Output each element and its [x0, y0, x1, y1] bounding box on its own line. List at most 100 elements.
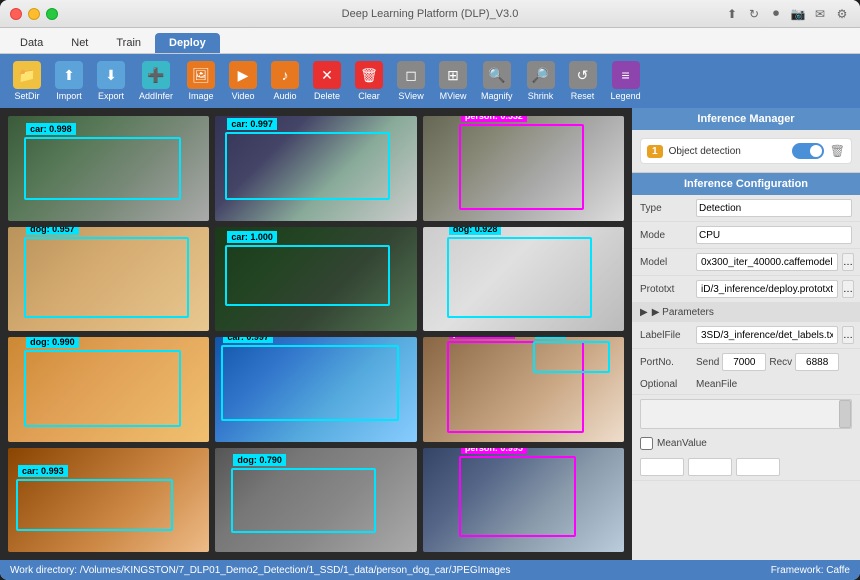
list-item[interactable]: dog: 0.928 — [423, 227, 624, 332]
inference-badge: 1 — [647, 145, 663, 158]
tab-deploy[interactable]: Deploy — [155, 33, 220, 53]
close-button[interactable] — [10, 8, 22, 20]
portno-label: PortNo. — [640, 357, 692, 368]
tab-data[interactable]: Data — [6, 33, 57, 53]
settings-icon[interactable]: ⚙ — [834, 6, 850, 22]
magnify-icon: 🔍 — [483, 61, 511, 89]
toolbar-reset[interactable]: ↺ Reset — [564, 58, 602, 104]
addinfer-icon: ➕ — [142, 61, 170, 89]
meanvalue-checkbox[interactable] — [640, 437, 653, 450]
list-item[interactable]: person: 0.995 — [423, 448, 624, 553]
detection-label: car: 0.997 — [227, 118, 277, 130]
inference-delete-icon[interactable]: 🗑 — [830, 144, 845, 158]
export-icon: ⬇ — [97, 61, 125, 89]
minimize-button[interactable] — [28, 8, 40, 20]
toolbar-addinfer[interactable]: ➕ AddInfer — [134, 58, 178, 104]
config-type-row: Type Detection — [632, 195, 860, 222]
model-browse-button[interactable]: … — [842, 253, 854, 271]
model-label: Model — [640, 257, 692, 268]
detection-label: person: 0.532 — [461, 116, 527, 122]
list-item[interactable]: dog: 0.957 — [8, 227, 209, 332]
list-item[interactable]: dog: 0.990 — [8, 337, 209, 442]
tab-net[interactable]: Net — [57, 33, 102, 53]
labelfile-label: LabelFile — [640, 330, 692, 341]
recv-label: Recv — [769, 357, 792, 368]
share-icon[interactable]: ⬆ — [724, 6, 740, 22]
detection-label: dog: 0.790 — [233, 454, 286, 466]
config-model-row: Model … — [632, 249, 860, 276]
list-item[interactable]: car: 0.997 — [215, 337, 416, 442]
type-select[interactable]: Detection — [696, 199, 852, 217]
tab-train[interactable]: Train — [102, 33, 155, 53]
content-area: car: 0.998 car: 0.997 person: 0.532 dog:… — [0, 108, 860, 560]
app-window: Deep Learning Platform (DLP)_V3.0 ⬆ ↻ ⏺ … — [0, 0, 860, 580]
params-arrow-icon: ▶ — [640, 307, 648, 318]
toolbar-magnify[interactable]: 🔍 Magnify — [476, 58, 518, 104]
toolbar-legend[interactable]: ≡ Legend — [606, 58, 646, 104]
config-scroll-area[interactable] — [640, 399, 852, 429]
meanvalue-input-3[interactable] — [736, 458, 780, 476]
toolbar-video[interactable]: ▶ Video — [224, 58, 262, 104]
detection-label-2: 0.890 — [535, 337, 566, 339]
audio-icon: ♪ — [271, 61, 299, 89]
traffic-lights — [10, 8, 58, 20]
list-item[interactable]: car: 0.997 — [215, 116, 416, 221]
menu-tabs: Data Net Train Deploy — [0, 28, 860, 54]
meanvalue-input-1[interactable] — [640, 458, 684, 476]
labelfile-input[interactable] — [696, 326, 838, 344]
shrink-icon: 🔎 — [527, 61, 555, 89]
camera-icon[interactable]: 📷 — [790, 6, 806, 22]
toolbar-image[interactable]: 🖼 Image — [182, 58, 220, 104]
toolbar-clear[interactable]: 🗑 Clear — [350, 58, 388, 104]
image-grid: car: 0.998 car: 0.997 person: 0.532 dog:… — [0, 108, 632, 560]
send-input[interactable] — [722, 353, 766, 371]
meanvalue-input-2[interactable] — [688, 458, 732, 476]
refresh-icon[interactable]: ↻ — [746, 6, 762, 22]
clear-icon: 🗑 — [355, 61, 383, 89]
list-item[interactable]: person: 0.532 — [423, 116, 624, 221]
video-icon: ▶ — [229, 61, 257, 89]
type-label: Type — [640, 203, 692, 214]
toolbar-audio[interactable]: ♪ Audio — [266, 58, 304, 104]
list-item[interactable]: car: 0.998 — [8, 116, 209, 221]
toolbar-export[interactable]: ⬇ Export — [92, 58, 130, 104]
inference-manager-body: 1 Object detection 🗑 — [632, 130, 860, 173]
detection-label: car: 0.997 — [223, 337, 273, 343]
right-panel: Inference Manager 1 Object detection 🗑 I… — [632, 108, 860, 560]
inference-item: 1 Object detection 🗑 — [640, 138, 852, 164]
prototxt-browse-button[interactable]: … — [842, 280, 854, 298]
titlebar: Deep Learning Platform (DLP)_V3.0 ⬆ ↻ ⏺ … — [0, 0, 860, 28]
prototxt-input[interactable] — [696, 280, 838, 298]
parameters-toggle[interactable]: ▶ ▶ Parameters — [632, 303, 860, 322]
sview-icon: ◻ — [397, 61, 425, 89]
list-item[interactable]: dog: 0.790 — [215, 448, 416, 553]
toolbar-shrink[interactable]: 🔎 Shrink — [522, 58, 560, 104]
toolbar-delete[interactable]: ✕ Delete — [308, 58, 346, 104]
labelfile-browse-button[interactable]: … — [842, 326, 854, 344]
config-portno-row: PortNo. Send Recv — [632, 349, 860, 375]
detection-label: person: 0.995 — [461, 448, 527, 454]
config-labelfile-row: LabelFile … — [632, 322, 860, 349]
list-item[interactable]: car: 0.993 — [8, 448, 209, 553]
toolbar-import[interactable]: ⬆ Import — [50, 58, 88, 104]
scrollbar-thumb[interactable] — [839, 400, 851, 428]
list-item[interactable]: car: 1.000 — [215, 227, 416, 332]
toolbar: 📁 SetDir ⬆ Import ⬇ Export ➕ AddInfer 🖼 … — [0, 54, 860, 108]
recv-input[interactable] — [795, 353, 839, 371]
config-mode-row: Mode CPU — [632, 222, 860, 249]
params-label: ▶ Parameters — [652, 307, 714, 318]
maximize-button[interactable] — [46, 8, 58, 20]
statusbar-right: Framework: Caffe — [771, 565, 850, 576]
detection-label: car: 0.993 — [18, 465, 68, 477]
send-label: Send — [696, 357, 719, 368]
toolbar-sview[interactable]: ◻ SView — [392, 58, 430, 104]
list-item[interactable]: person: 0.702 0.890 — [423, 337, 624, 442]
model-input[interactable] — [696, 253, 838, 271]
inference-toggle[interactable] — [792, 143, 824, 159]
mode-select[interactable]: CPU — [696, 226, 852, 244]
toolbar-mview[interactable]: ⊞ MView — [434, 58, 472, 104]
toolbar-setdir[interactable]: 📁 SetDir — [8, 58, 46, 104]
record-icon[interactable]: ⏺ — [768, 6, 784, 22]
mail-icon[interactable]: ✉ — [812, 6, 828, 22]
detection-label: car: 0.998 — [26, 123, 76, 135]
